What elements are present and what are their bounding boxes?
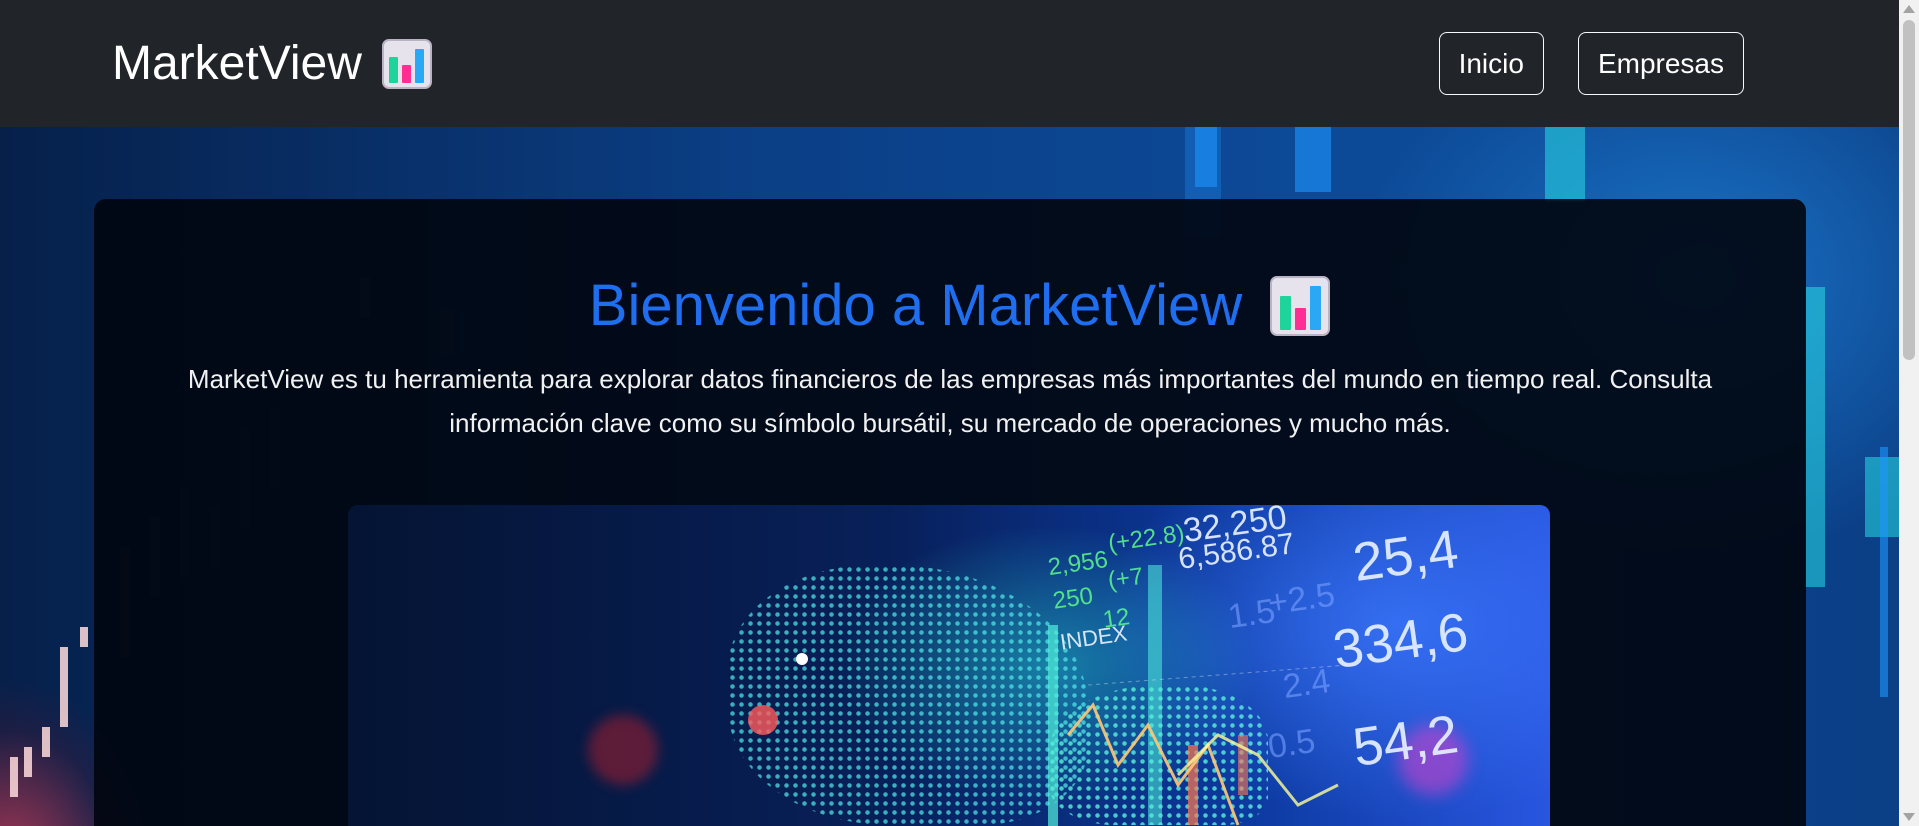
scroll-up-icon[interactable] — [1903, 5, 1915, 13]
scroll-down-icon[interactable] — [1903, 813, 1915, 821]
navbar: MarketView Inicio Empresas — [0, 0, 1899, 127]
brand-name[interactable]: MarketView — [112, 36, 362, 91]
hero-title: Bienvenido a MarketView — [0, 272, 1919, 339]
hero-financial-image: 32,250 6,586.87 25,4 334,6 54,2 2,956 (+… — [348, 505, 1550, 826]
brand[interactable]: MarketView — [112, 36, 432, 91]
scrollbar-thumb[interactable] — [1903, 20, 1915, 360]
page-scrollbar[interactable] — [1899, 0, 1919, 826]
hero-title-text: Bienvenido a MarketView — [588, 273, 1243, 338]
nav-inicio-button[interactable]: Inicio — [1438, 32, 1544, 95]
bar-chart-icon — [381, 38, 432, 89]
bar-chart-icon — [1270, 275, 1331, 336]
line-chart-overlay — [1066, 664, 1349, 826]
nav-empresas-button[interactable]: Empresas — [1577, 32, 1744, 95]
hero-description: MarketView es tu herramienta para explor… — [187, 364, 1713, 438]
nav-links: Inicio Empresas — [1438, 32, 1744, 95]
